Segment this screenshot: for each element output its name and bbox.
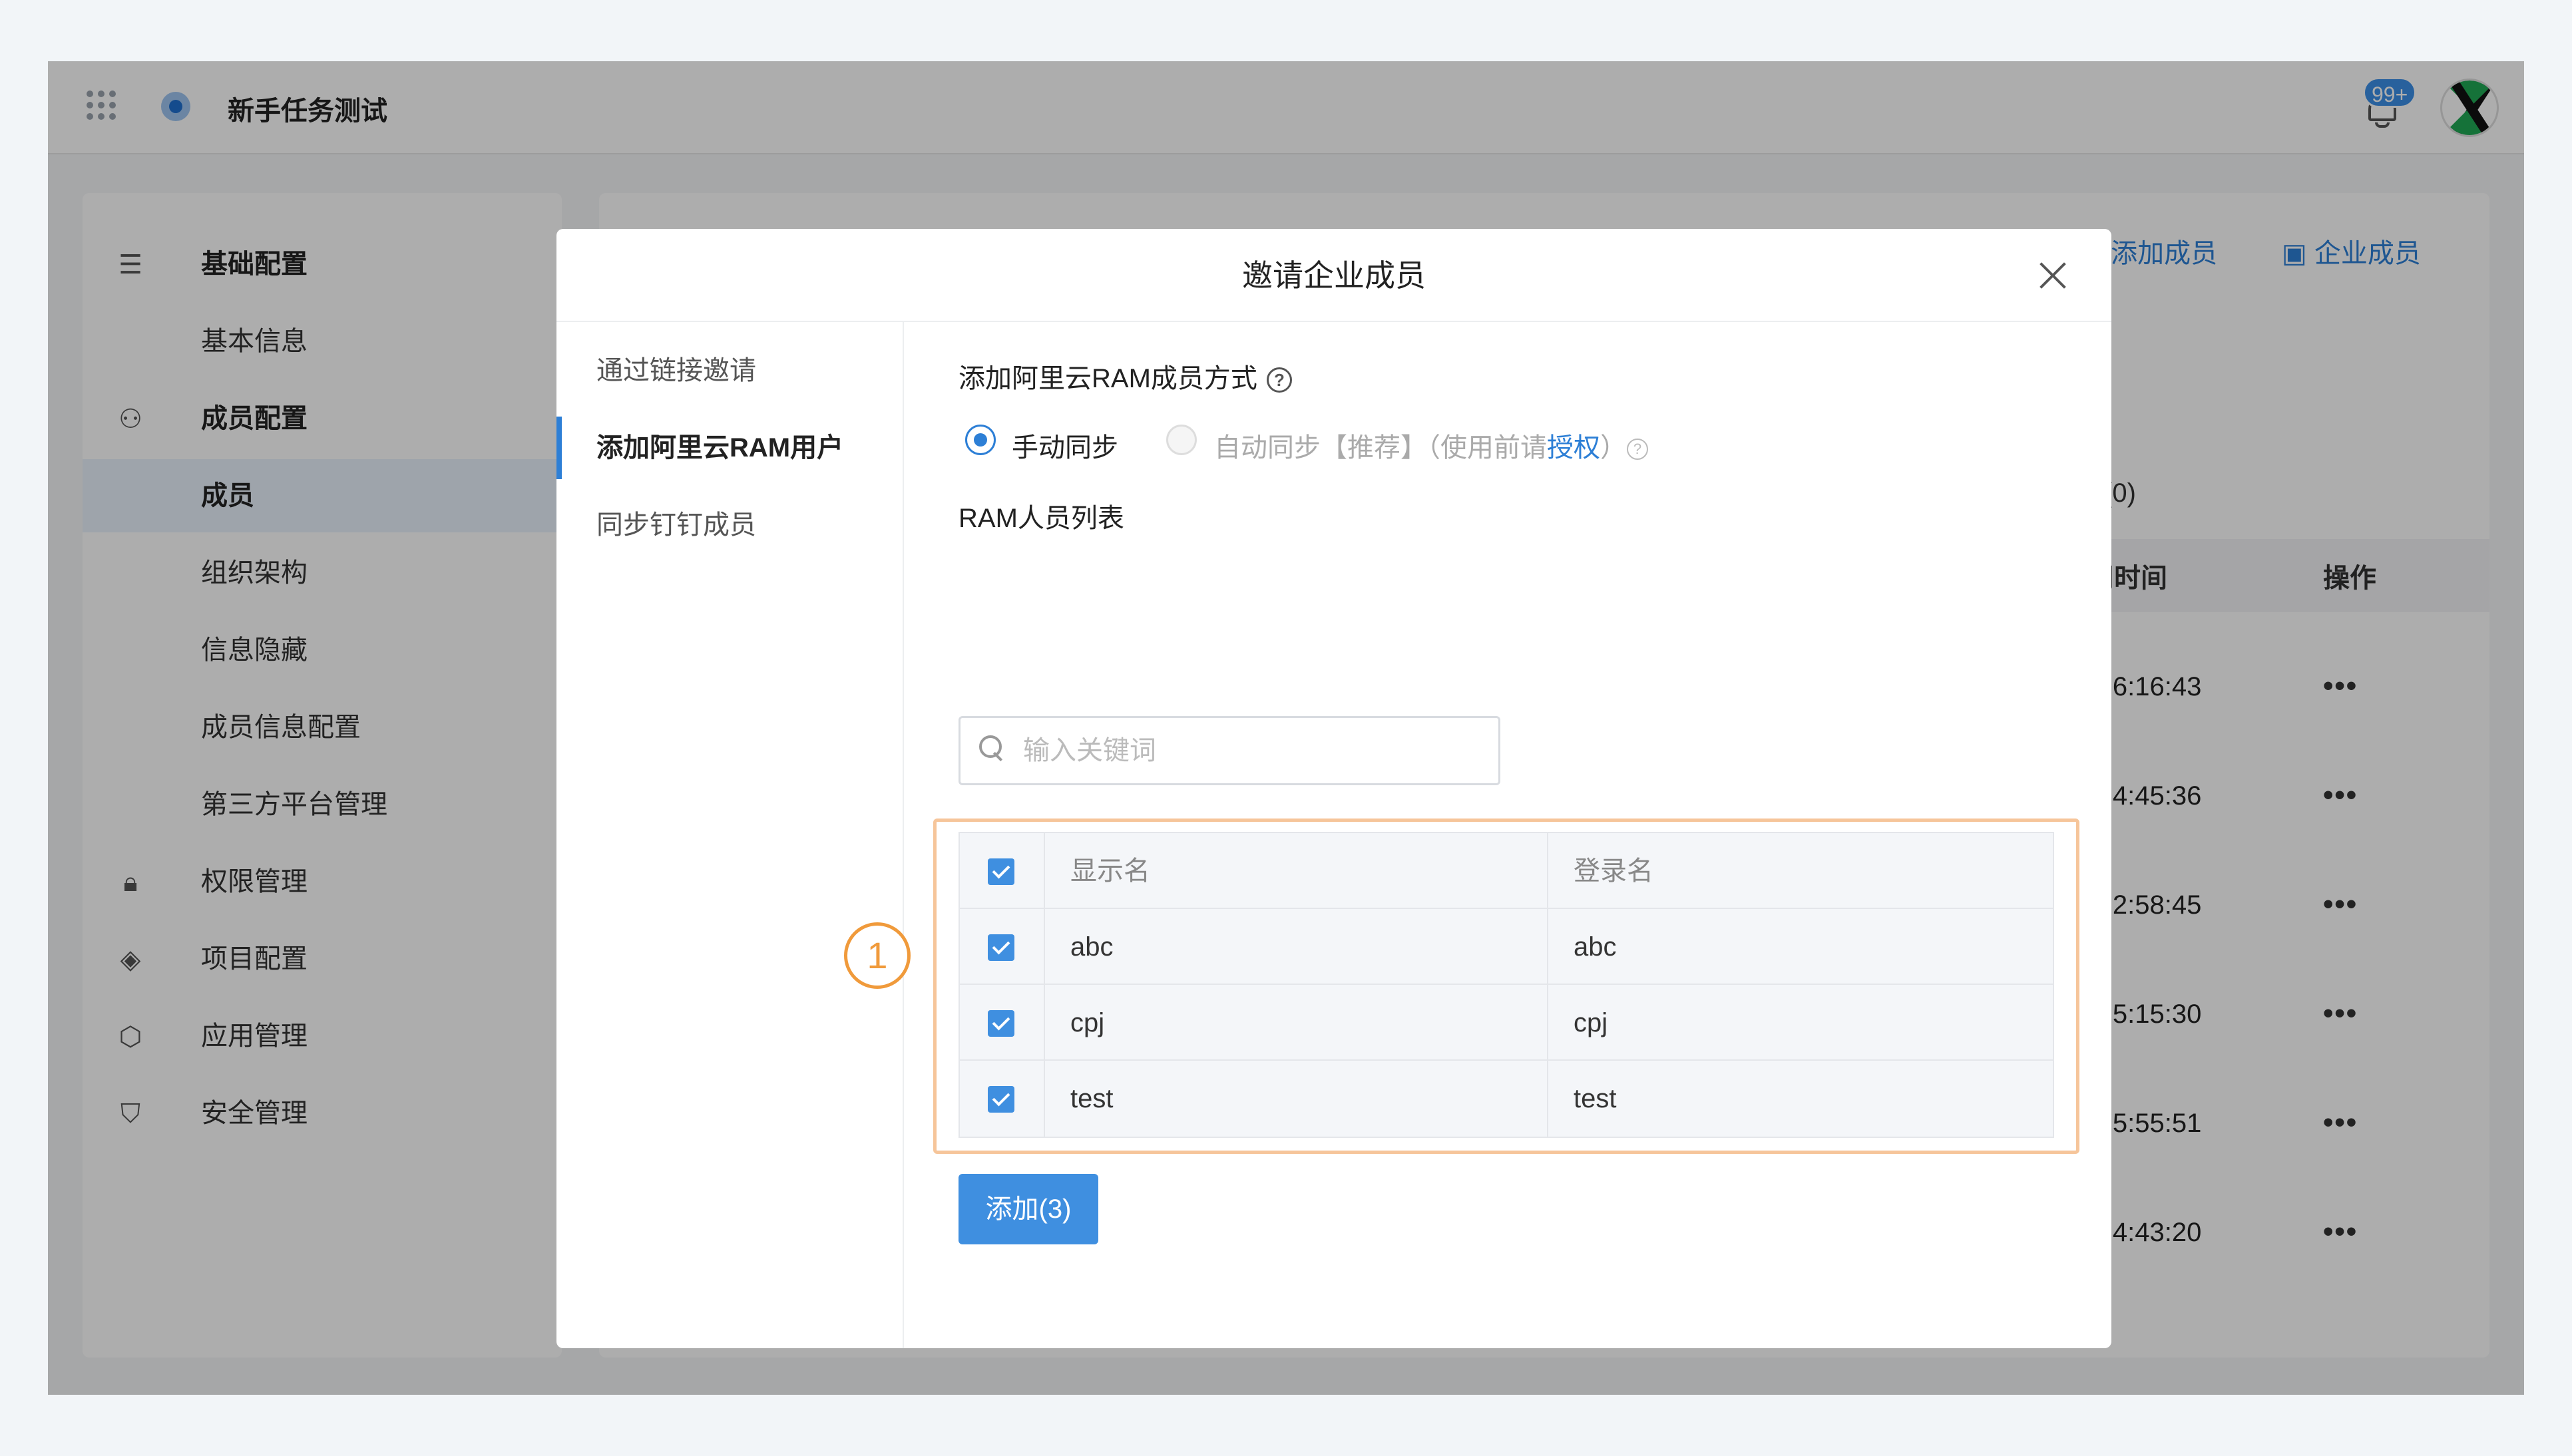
authorize-link[interactable]: 授权 [1547,433,1600,462]
login-name-cell: test [1574,1084,1617,1113]
row-checkbox[interactable] [988,934,1014,961]
radio-manual-sync[interactable] [965,425,996,455]
table-row[interactable]: cpj cpj [960,985,2053,1061]
modal-nav: 通过链接邀请 添加阿里云RAM用户 同步钉钉成员 [556,322,904,1348]
invite-member-modal: 邀请企业成员 通过链接邀请 添加阿里云RAM用户 同步钉钉成员 添加阿里云RAM… [556,229,2111,1348]
search-icon [979,735,1006,762]
table-header-row: 显示名 登录名 [960,833,2053,909]
search-box [959,716,1500,785]
row-checkbox[interactable] [988,1086,1014,1113]
select-all-checkbox[interactable] [988,858,1014,885]
col-display-name: 显示名 [1045,833,1548,909]
modal-title: 邀请企业成员 [556,229,2111,322]
ram-form: 添加阿里云RAM成员方式? 手动同步 自动同步【推荐】（使用前请授权）? RAM… [844,322,2090,1347]
ram-list-label: RAM人员列表 [959,504,1124,533]
tab-dingtalk-sync[interactable]: 同步钉钉成员 [556,488,904,562]
display-name-cell: abc [1045,909,1548,985]
radio-manual-label: 手动同步 [1012,433,1118,462]
search-input[interactable] [1023,718,1489,783]
app-window: 新手任务测试 99+ ☰ 基础配置 基本信息 ⚇ 成员配置 成员 组织架构 信息… [48,61,2524,1395]
ram-user-table: 显示名 登录名 abc abc cpj cpj test test [959,832,2054,1138]
tab-ram-user[interactable]: 添加阿里云RAM用户 [556,411,904,484]
radio-auto-label: 自动同步【推荐】（使用前请授权）? [1214,426,1648,464]
help-icon[interactable]: ? [1266,367,1292,393]
login-name-cell: cpj [1574,1008,1608,1037]
row-checkbox[interactable] [988,1010,1014,1037]
tab-link-invite[interactable]: 通过链接邀请 [556,334,904,407]
add-button[interactable]: 添加(3) [959,1174,1098,1244]
login-name-cell: abc [1574,932,1617,962]
callout-number: 1 [844,922,911,989]
display-name-cell: cpj [1045,985,1548,1061]
table-row[interactable]: abc abc [960,909,2053,985]
display-name-cell: test [1045,1061,1548,1137]
close-icon[interactable] [2038,261,2067,290]
table-row[interactable]: test test [960,1061,2053,1137]
radio-auto-sync[interactable] [1166,425,1197,455]
help-icon[interactable]: ? [1627,439,1648,460]
method-label: 添加阿里云RAM成员方式? [959,357,1292,395]
col-login-name: 登录名 [1574,856,1653,886]
